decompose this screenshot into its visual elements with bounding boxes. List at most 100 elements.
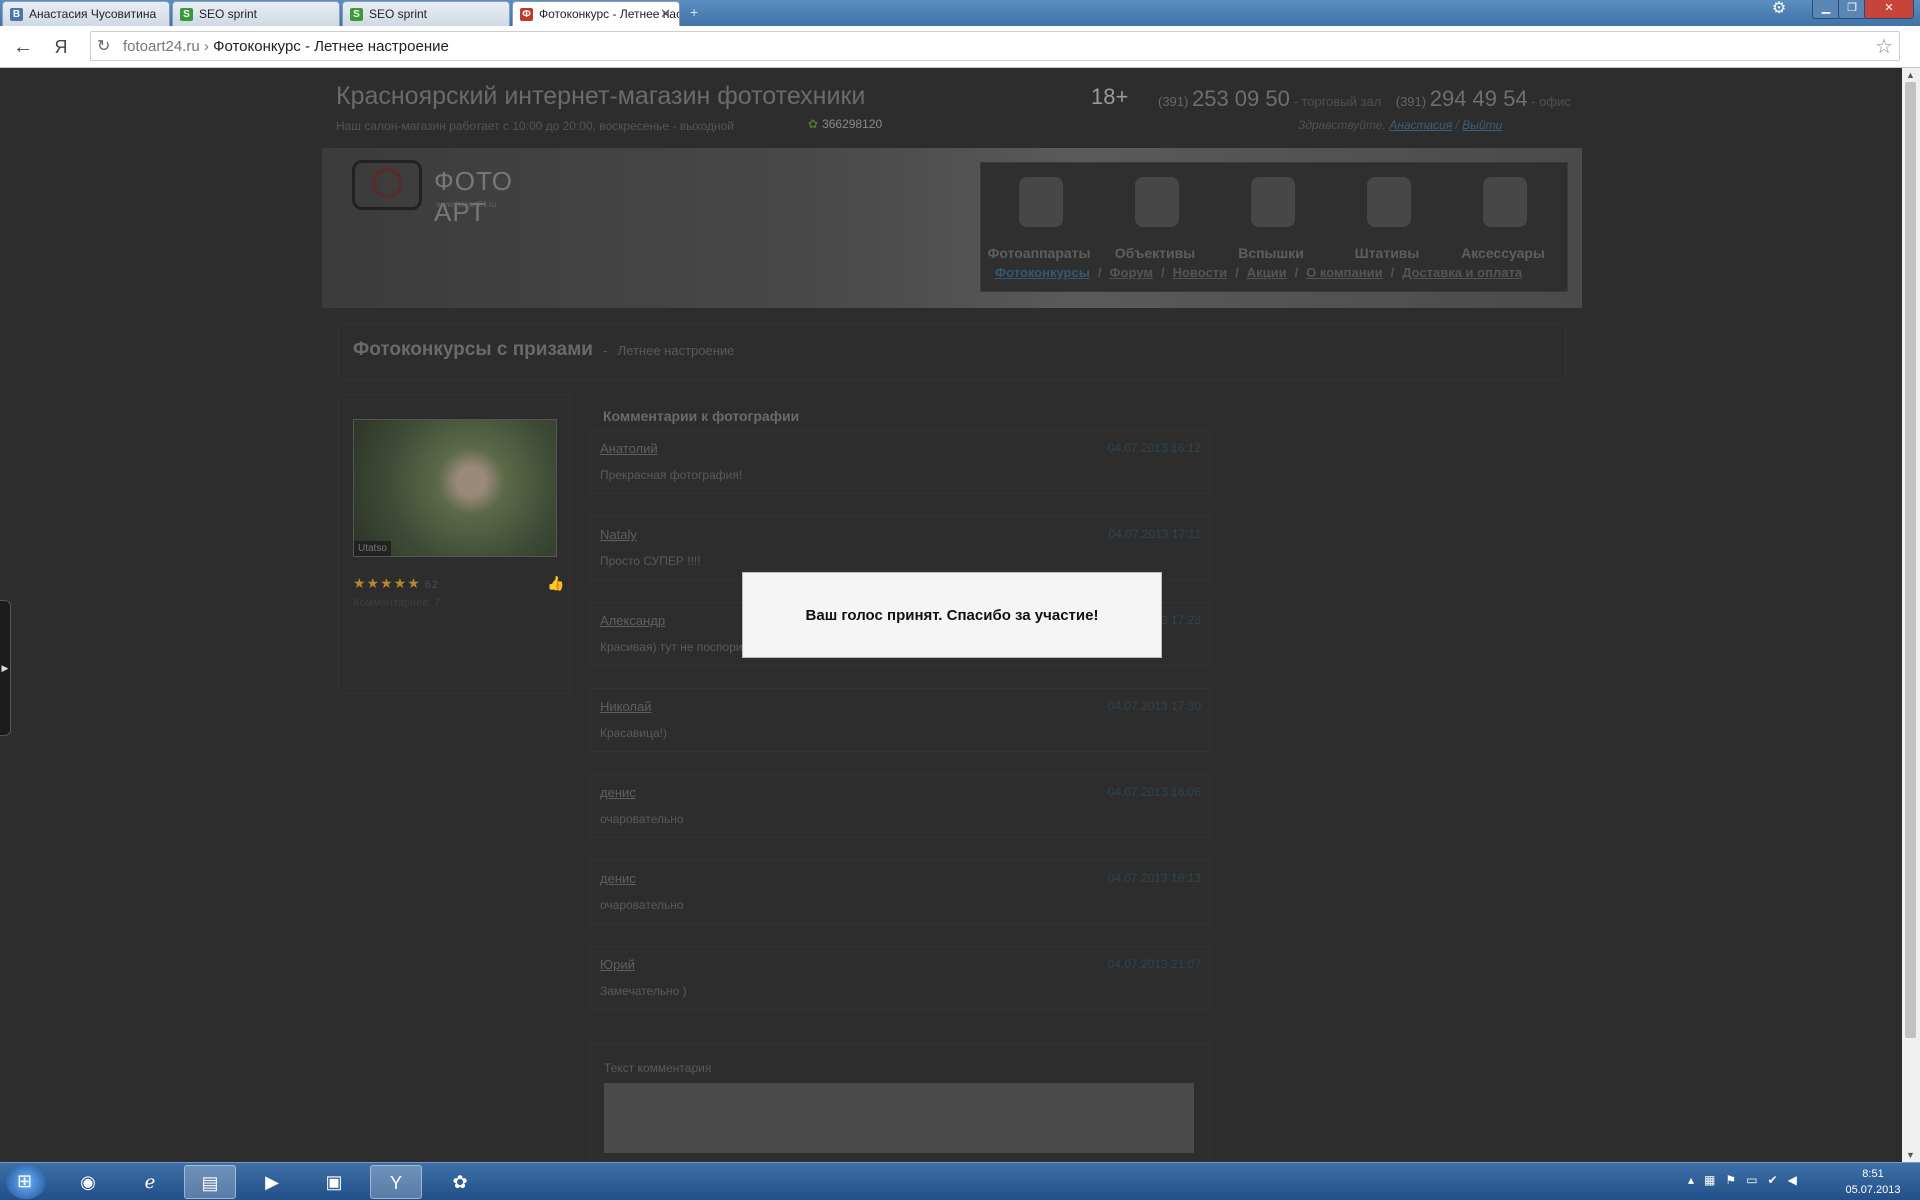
bookmark-star-icon[interactable]: ☆	[1875, 34, 1893, 59]
scroll-up-icon[interactable]: ▲	[1906, 70, 1915, 80]
comment-text: Просто СУПЕР !!!!	[600, 554, 701, 568]
language-flag-icon[interactable]: ▦	[1704, 1173, 1715, 1187]
menu-forum[interactable]: Форум	[1109, 265, 1152, 280]
comment-author[interactable]: Анатолий	[600, 441, 658, 456]
tab-label: SEO sprint	[369, 7, 428, 21]
yandex-button[interactable]: Я	[48, 34, 74, 60]
comments-count: Комментариев: 7	[353, 597, 441, 609]
address-text: fotoart24.ru › Фотоконкурс - Летнее наст…	[123, 38, 449, 55]
page-title-main[interactable]: Фотоконкурсы с призами	[353, 339, 593, 360]
browser-tab-bar: В Анастасия Чусовитина S SEO sprint S SE…	[0, 0, 1920, 27]
reload-icon[interactable]: ↻	[97, 36, 110, 56]
phone1-number: 253 09 50	[1191, 86, 1290, 111]
explorer-taskbar-icon[interactable]: ▤	[184, 1165, 236, 1199]
icq-contact: ✿ 366298120	[808, 117, 882, 131]
phone2-number: 294 49 54	[1429, 86, 1528, 111]
browser-tab-fotoart[interactable]: Ф Фотоконкурс - Летнее настроение ✕	[512, 1, 680, 27]
back-arrow-icon[interactable]: ←	[10, 34, 36, 60]
clock-date: 05.07.2013	[1845, 1184, 1901, 1196]
ie-taskbar-icon[interactable]: ℯ	[124, 1165, 176, 1199]
category-label: Аксессуары	[1461, 245, 1545, 261]
rating-stars[interactable]: ★★★★★ 62	[353, 575, 439, 592]
network-icon[interactable]: ▭	[1746, 1173, 1757, 1187]
url-page-title: Фотоконкурс - Летнее настроение	[213, 38, 449, 55]
media-player-taskbar-icon[interactable]: ▶	[246, 1165, 298, 1199]
scroll-down-icon[interactable]: ▼	[1906, 1150, 1915, 1160]
site-logo[interactable]: ФОТО АРТ www.fotoart24.ru	[352, 156, 572, 227]
thumbs-up-icon[interactable]: 👍	[547, 575, 564, 592]
start-button[interactable]: ⊞	[6, 1165, 46, 1199]
page-scrollbar[interactable]: ▲ ▼	[1902, 68, 1920, 1162]
logout-link[interactable]: Выйти	[1462, 118, 1502, 132]
page-viewport: ▶ Красноярский интернет-магазин фототехн…	[0, 68, 1902, 1162]
vote-confirmation-dialog[interactable]: Ваш голос принят. Спасибо за участие!	[742, 572, 1162, 658]
phone2-code: (391)	[1395, 94, 1427, 109]
comment-author[interactable]: Александр	[600, 613, 665, 628]
browser-tab-vk[interactable]: В Анастасия Чусовитина	[2, 1, 170, 26]
comment-author[interactable]: Nataly	[600, 527, 637, 542]
category-cameras[interactable]: Фотоаппараты	[981, 163, 1097, 273]
taskbar-clock[interactable]: 8:51 05.07.2013	[1838, 1166, 1908, 1198]
comment-date: 04.07.2013 18:06	[1107, 785, 1201, 799]
gp-taskbar-icon[interactable]: ▣	[308, 1165, 360, 1199]
comment-text: очаровательно	[600, 812, 684, 826]
comment-author[interactable]: Юрий	[600, 957, 635, 972]
phone1-note: - торговый зал	[1293, 94, 1382, 109]
lens-icon	[1135, 177, 1179, 227]
browser-tab-seo-sprint-1[interactable]: S SEO sprint	[172, 1, 340, 26]
icq-taskbar-icon[interactable]: ✿	[434, 1165, 486, 1199]
icq-number: 366298120	[822, 117, 883, 131]
seo-sprint-icon: S	[180, 8, 193, 21]
category-tripods[interactable]: Штативы	[1329, 163, 1445, 273]
scrollbar-thumb[interactable]	[1905, 82, 1916, 1038]
header-banner: ФОТО АРТ www.fotoart24.ru Фотоаппараты О…	[322, 148, 1582, 308]
menu-delivery[interactable]: Доставка и оплата	[1402, 265, 1522, 280]
new-tab-icon[interactable]: +	[690, 5, 706, 19]
rating-count: 62	[424, 579, 440, 591]
security-check-icon[interactable]: ✔	[1768, 1173, 1778, 1187]
settings-gear-icon[interactable]: ⚙	[1764, 0, 1794, 20]
browser-toolbar: ← Я ↻ fotoart24.ru › Фотоконкурс - Летне…	[0, 26, 1920, 68]
minimize-icon[interactable]: ▁	[1812, 0, 1840, 19]
contest-photo[interactable]: Utatso	[353, 419, 557, 557]
close-tab-icon[interactable]: ✕	[660, 2, 671, 26]
action-center-flag-icon[interactable]: ⚑	[1725, 1173, 1736, 1187]
tripod-icon	[1367, 177, 1411, 227]
category-flashes[interactable]: Вспышки	[1213, 163, 1329, 273]
category-accessories[interactable]: Аксессуары	[1445, 163, 1561, 273]
close-window-icon[interactable]: ✕	[1864, 0, 1914, 19]
comment-author[interactable]: денис	[600, 785, 636, 800]
comment-item: Николай 04.07.2013 17:30 Красавица!)	[590, 688, 1210, 752]
category-label: Фотоаппараты	[987, 245, 1091, 261]
page-title-sub: Летнее настроение	[617, 343, 735, 358]
comment-text: Красивая) тут не поспоришь)	[600, 640, 763, 654]
user-profile-link[interactable]: Анастасия	[1389, 118, 1452, 132]
side-panel-handle[interactable]: ▶	[0, 600, 11, 736]
breadcrumb: Фотоконкурсы с призами - Летнее настроение	[338, 324, 1566, 380]
menu-news[interactable]: Новости	[1173, 265, 1228, 280]
comment-item: Анатолий 04.07.2013 16:12 Прекрасная фот…	[590, 430, 1210, 494]
comment-author[interactable]: денис	[600, 871, 636, 886]
address-bar[interactable]: ↻ fotoart24.ru › Фотоконкурс - Летнее на…	[90, 31, 1900, 61]
menu-separator: /	[1235, 265, 1239, 280]
chrome-taskbar-icon[interactable]: ◉	[62, 1165, 114, 1199]
category-lenses[interactable]: Объективы	[1097, 163, 1213, 273]
window-controls: ▁ ❐ ✕	[1812, 0, 1920, 20]
maximize-icon[interactable]: ❐	[1838, 0, 1866, 19]
menu-photocontests[interactable]: Фотоконкурсы	[995, 265, 1090, 280]
menu-about[interactable]: О компании	[1306, 265, 1382, 280]
comment-author[interactable]: Николай	[600, 699, 652, 714]
tray-arrow-icon[interactable]: ▴	[1688, 1173, 1694, 1187]
volume-icon[interactable]: ◀	[1788, 1173, 1797, 1187]
comment-date: 04.07.2013 21:07	[1107, 957, 1201, 971]
tab-label: Фотоконкурс - Летнее настроение	[539, 7, 679, 21]
comments-title: Комментарии к фотографии	[603, 408, 800, 424]
url-separator: ›	[203, 38, 209, 55]
browser-tab-seo-sprint-2[interactable]: S SEO sprint	[342, 1, 510, 26]
windows-logo-icon: ⊞	[17, 1171, 33, 1191]
comment-text: очаровательно	[600, 898, 684, 912]
yandex-browser-taskbar-icon[interactable]: Y	[370, 1165, 422, 1199]
comment-date: 04.07.2013 17:30	[1107, 699, 1201, 713]
comment-textarea[interactable]	[604, 1083, 1194, 1153]
menu-promotions[interactable]: Акции	[1247, 265, 1287, 280]
